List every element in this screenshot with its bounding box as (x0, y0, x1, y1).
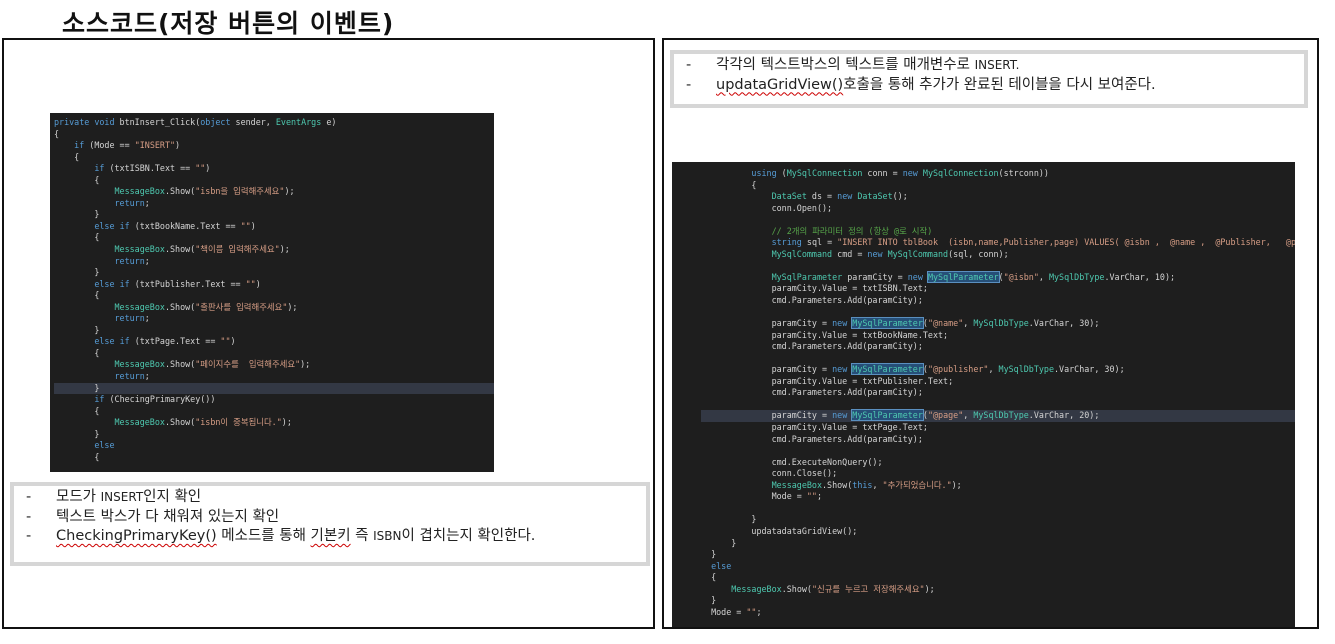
code-line: { (54, 405, 100, 416)
code-line: conn.Close(); (701, 468, 838, 479)
code-line: { (54, 174, 100, 185)
code-line: MessageBox.Show("출판사를 입력해주세요"); (114, 301, 298, 312)
left-slide-panel: private void btnInsert_Click(object send… (2, 38, 655, 629)
code-line: MessageBox.Show("isbn을 입력해주세요"); (114, 186, 295, 197)
code-line: MessageBox.Show("페이지수를 입력해주세요"); (114, 359, 311, 370)
code-line: { (701, 572, 717, 583)
code-line: else if (txtPublisher.Text == "") (94, 278, 261, 289)
code-line: MessageBox.Show("책이름 입력해주세요"); (114, 244, 290, 255)
left-note-item: - 모드가 INSERT인지 확인 (26, 488, 646, 508)
code-line: paramCity.Value = txtPublisher.Text; (701, 375, 954, 386)
page-title: 소스코드(저장 버튼의 이벤트) (62, 9, 395, 38)
note-text: 모드가 INSERT인지 확인 (56, 489, 202, 505)
code-line: DataSet ds = new DataSet(); (771, 191, 908, 202)
code-line: else (711, 560, 732, 571)
code-line: { (54, 151, 80, 162)
bullet-dash: - (26, 508, 32, 525)
code-line: Mode = ""; (701, 606, 762, 617)
code-line: paramCity.Value = txtPage.Text; (701, 422, 928, 433)
code-line: { (54, 347, 100, 358)
note-text: updataGridView()호출을 통해 추가가 완료된 테이블을 다시 보… (716, 76, 1156, 93)
code-line: cmd.Parameters.Add(paramCity); (701, 387, 923, 398)
code-line: private void btnInsert_Click(object send… (54, 117, 337, 127)
code-line: using (MySqlConnection conn = new MySqlC… (751, 168, 1049, 178)
code-line: if (Mode == "INSERT") (74, 140, 181, 151)
note-text: 텍스트 박스가 다 채워져 있는지 확인 (56, 508, 280, 525)
code-line: paramCity = new MySqlParameter("@name", … (701, 317, 1100, 330)
code-line: paramCity.Value = txtISBN.Text; (701, 283, 928, 294)
code-line: { (54, 451, 100, 462)
code-line: cmd.Parameters.Add(paramCity); (701, 341, 923, 352)
code-line: } (701, 595, 717, 606)
code-line: cmd.ExecuteNonQuery(); (701, 456, 883, 467)
code-line: else if (txtPage.Text == "") (94, 336, 236, 347)
code-line: paramCity.Value = txtBookName.Text; (701, 329, 949, 340)
right-notes-box: - 각각의 텍스트박스의 텍스트를 매개변수로 INSERT. - updataGri… (670, 50, 1308, 108)
code-line: MessageBox.Show(this, "추가되었습니다."); (771, 479, 962, 490)
right-slide-panel: - 각각의 텍스트박스의 텍스트를 매개변수로 INSERT. - updataGri… (662, 38, 1319, 629)
code-line: cmd.Parameters.Add(paramCity); (701, 295, 923, 306)
code-line: return; (114, 313, 150, 324)
code-line: { (54, 232, 100, 243)
note-text: CheckingPrimaryKey() 메소드를 통해 기본키 즉 ISBN이… (56, 528, 536, 544)
code-line: if (ChecingPrimaryKey()) (94, 394, 216, 405)
code-line: Mode = ""; (701, 491, 823, 502)
right-code-screenshot: using (MySqlConnection conn = new MySqlC… (672, 162, 1295, 627)
right-note-item: - updataGridView()호출을 통해 추가가 완료된 테이블을 다시 … (686, 76, 1304, 96)
code-line: return; (114, 371, 150, 382)
code-line: { (701, 179, 757, 190)
code-line: { (54, 290, 100, 301)
right-note-item: - 각각의 텍스트박스의 텍스트를 매개변수로 INSERT. (686, 56, 1304, 76)
left-code-screenshot: private void btnInsert_Click(object send… (50, 113, 494, 472)
code-line: return; (114, 197, 150, 208)
code-line: } (54, 428, 100, 439)
code-line: } (54, 209, 100, 220)
code-line: cmd.Parameters.Add(paramCity); (701, 433, 923, 444)
code-line: conn.Open(); (701, 202, 833, 213)
code-line: updatadataGridView(); (701, 525, 858, 536)
code-line: } (54, 382, 494, 395)
bullet-dash: - (26, 528, 32, 544)
left-note-item: - CheckingPrimaryKey() 메소드를 통해 기본키 즉 ISBN… (26, 527, 646, 547)
code-line: } (701, 549, 717, 560)
note-text: 각각의 텍스트박스의 텍스트를 매개변수로 INSERT. (716, 57, 1020, 73)
code-line: if (txtISBN.Text == "") (94, 163, 211, 174)
code-line: } (701, 537, 737, 548)
code-line: paramCity = new MySqlParameter("@publish… (701, 363, 1125, 376)
left-note-item: - 텍스트 박스가 다 채워져 있는지 확인 (26, 508, 646, 528)
code-line: MySqlParameter paramCity = new MySqlPara… (771, 270, 1176, 283)
bullet-dash: - (686, 57, 692, 73)
bullet-dash: - (26, 489, 32, 505)
code-line: } (701, 514, 757, 525)
code-line: string sql = "INSERT INTO tblBook (isbn,… (771, 237, 1295, 248)
code-line: MessageBox.Show("isbn이 중복됩니다."); (114, 417, 292, 428)
code-line: else (94, 440, 115, 451)
bullet-dash: - (686, 76, 692, 93)
code-line: MySqlCommand cmd = new MySqlCommand(sql,… (771, 248, 1009, 259)
code-line: } (54, 324, 100, 335)
code-line: MessageBox.Show("신규를 누르고 저장해주세요"); (731, 583, 935, 594)
left-notes-box: - 모드가 INSERT인지 확인 - 텍스트 박스가 다 채워져 있는지 확인 - Ch… (10, 482, 650, 566)
code-line: paramCity = new MySqlParameter("@page", … (701, 409, 1295, 423)
code-line: } (54, 267, 100, 278)
code-line: return; (114, 255, 150, 266)
code-line: else if (txtBookName.Text == "") (94, 220, 256, 231)
code-line: { (54, 128, 60, 139)
code-line: // 2개의 파라미터 정의 (항상 @로 시작) (771, 225, 933, 236)
